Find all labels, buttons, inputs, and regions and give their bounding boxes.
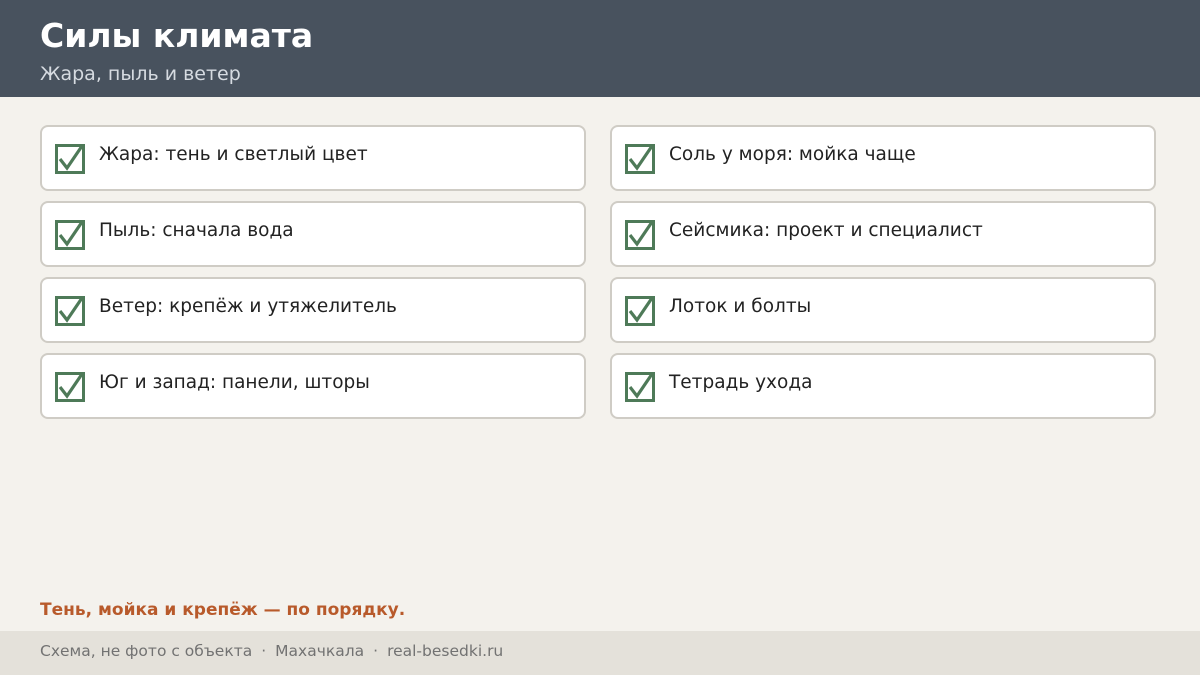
footer-separator: · <box>373 642 379 660</box>
page-title: Силы климата <box>40 16 314 55</box>
checklist-item: Тетрадь ухода <box>610 353 1156 419</box>
checkbox-checked-icon <box>55 220 85 250</box>
footer-note: Схема, не фото с объекта <box>40 642 253 660</box>
checklist-item-label: Пыль: сначала вода <box>99 220 294 241</box>
checklist-item: Лоток и болты <box>610 277 1156 343</box>
checklist-item: Сейсмика: проект и специалист <box>610 201 1156 267</box>
footer-site-link[interactable]: real-besedki.ru <box>387 642 503 660</box>
checkbox-checked-icon <box>625 296 655 326</box>
footer: Схема, не фото с объекта · Махачкала · real-… <box>0 631 1200 675</box>
checklist-grid: Жара: тень и светлый цвет Соль у моря: м… <box>40 125 1156 419</box>
tagline: Тень, мойка и крепёж — по порядку. <box>40 600 406 620</box>
checklist-item-label: Лоток и болты <box>669 296 812 317</box>
checklist-item-label: Юг и запад: панели, шторы <box>99 372 370 393</box>
page-subtitle: Жара, пыль и ветер <box>40 63 241 85</box>
checklist-item-label: Соль у моря: мойка чаще <box>669 144 916 165</box>
checklist-item: Ветер: крепёж и утяжелитель <box>40 277 586 343</box>
checkbox-checked-icon <box>55 296 85 326</box>
checklist-item-label: Ветер: крепёж и утяжелитель <box>99 296 397 317</box>
checkbox-checked-icon <box>55 144 85 174</box>
checklist-item: Соль у моря: мойка чаще <box>610 125 1156 191</box>
header: Силы климата Жара, пыль и ветер <box>0 0 1200 97</box>
checkbox-checked-icon <box>625 372 655 402</box>
checklist-item-label: Тетрадь ухода <box>669 372 813 393</box>
footer-city: Махачкала <box>275 642 365 660</box>
checklist-item-label: Жара: тень и светлый цвет <box>99 144 368 165</box>
checklist-item: Пыль: сначала вода <box>40 201 586 267</box>
checkbox-checked-icon <box>625 144 655 174</box>
checklist-item: Юг и запад: панели, шторы <box>40 353 586 419</box>
checkbox-checked-icon <box>625 220 655 250</box>
footer-line: Схема, не фото с объекта · Махачкала · real-… <box>40 641 503 661</box>
checklist-item: Жара: тень и светлый цвет <box>40 125 586 191</box>
footer-separator: · <box>261 642 267 660</box>
checklist-item-label: Сейсмика: проект и специалист <box>669 220 983 241</box>
checkbox-checked-icon <box>55 372 85 402</box>
